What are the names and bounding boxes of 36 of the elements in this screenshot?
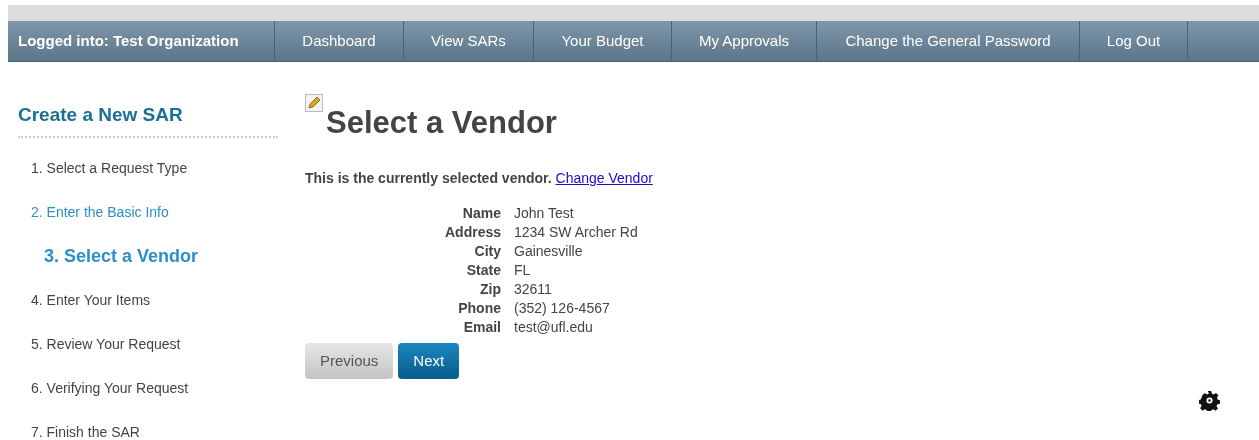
field-value: (352) 126-4567: [514, 299, 611, 318]
page-title: Select a Vendor: [326, 104, 557, 142]
next-button[interactable]: Next: [398, 343, 460, 379]
field-label: Zip: [479, 280, 501, 299]
field-value: test@ufl.edu: [514, 318, 594, 337]
field-value: 1234 SW Archer Rd: [514, 223, 639, 242]
notice-text: This is the currently selected vendor.: [305, 170, 552, 186]
nav-link[interactable]: Change the General Password: [817, 21, 1080, 61]
field-value: FL: [514, 261, 532, 280]
step-item[interactable]: 2. Enter the Basic Info: [18, 190, 305, 234]
field-label: Name: [461, 204, 501, 223]
nav-link[interactable]: View SARs: [404, 21, 534, 61]
nav-link[interactable]: Your Budget: [534, 21, 672, 61]
step-item: 4. Enter Your Items: [30, 290, 152, 310]
field-label: City: [473, 242, 501, 261]
field-value: Gainesville: [514, 242, 584, 261]
login-status: Logged into: Test Organization: [8, 21, 275, 61]
current-step: 3. Select a Vendor: [18, 234, 305, 278]
change-vendor-link[interactable]: Change Vendor: [555, 170, 653, 186]
edit-pencil-icon: [305, 94, 323, 112]
field-value: 32611: [514, 280, 553, 299]
nav-link[interactable]: Dashboard: [275, 21, 404, 61]
previous-button[interactable]: Previous: [305, 343, 394, 379]
step-item: 5. Review Your Request: [30, 334, 182, 354]
field-label: Phone: [457, 299, 501, 318]
field-label: State: [465, 261, 501, 280]
step-item: 1. Select a Request Type: [30, 158, 189, 178]
nav-link[interactable]: Log Out: [1080, 21, 1188, 61]
field-value: John Test: [514, 204, 575, 223]
field-label: Address: [443, 223, 501, 242]
field-label: Email: [462, 318, 501, 337]
settings-icon[interactable]: [1199, 390, 1220, 411]
step-item: 7. Finish the SAR: [30, 422, 141, 440]
sidebar-title: Create a New SAR: [18, 103, 184, 127]
nav-link[interactable]: My Approvals: [672, 21, 817, 61]
step-item: 6. Verifying Your Request: [30, 378, 190, 398]
